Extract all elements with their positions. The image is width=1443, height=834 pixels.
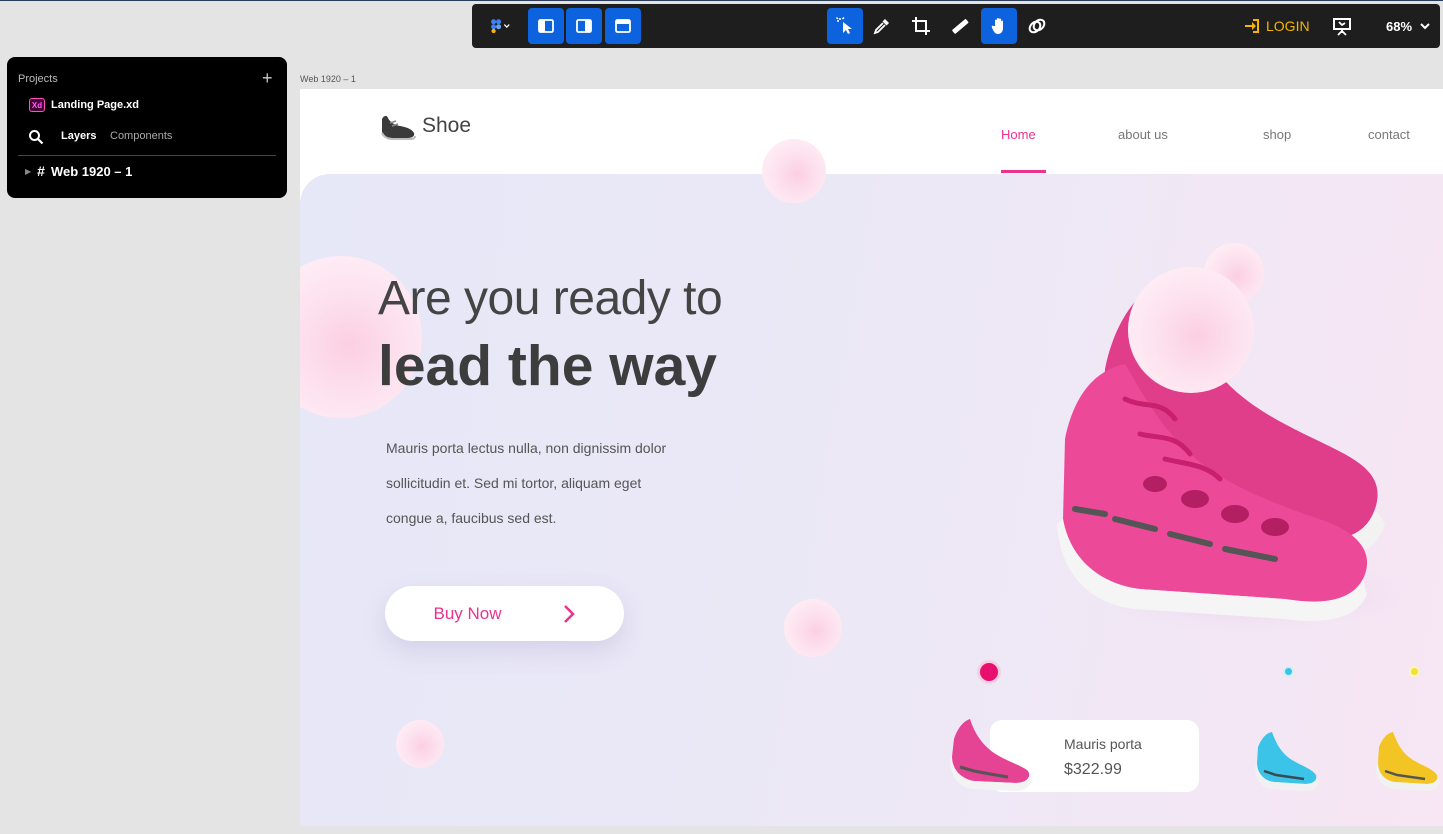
decor-bubble (762, 139, 826, 203)
search-icon[interactable] (28, 129, 44, 145)
login-label: LOGIN (1266, 18, 1310, 34)
link-tool-button[interactable] (1019, 8, 1055, 44)
panel-divider (18, 155, 276, 156)
product-name: Mauris porta (1064, 736, 1142, 752)
hand-tool-button[interactable] (981, 8, 1017, 44)
present-button[interactable] (1324, 8, 1360, 44)
zoom-dropdown[interactable]: 68% (1386, 4, 1430, 48)
left-panel-icon (538, 19, 554, 33)
hero-headline-line2: lead the way (378, 334, 717, 398)
crop-icon (912, 17, 930, 35)
project-file-name: Landing Page.xd (51, 99, 140, 111)
toggle-top-panel-button[interactable] (605, 8, 641, 44)
carousel-dot-pink[interactable] (977, 660, 1001, 684)
body-line: Mauris porta lectus nulla, non dignissim… (386, 440, 667, 456)
nav-about-us[interactable]: about us (1118, 127, 1168, 142)
expand-caret-icon[interactable]: ▶ (25, 167, 31, 176)
right-panel-icon (576, 19, 592, 33)
project-file-item[interactable]: Xd Landing Page.xd (29, 98, 139, 112)
logo-text: Shoe (422, 114, 472, 137)
sign-in-icon (1245, 19, 1259, 33)
zoom-level: 68% (1386, 18, 1413, 34)
artboard-canvas[interactable]: Shoe Home about us shop contact Are you … (300, 89, 1443, 826)
layer-item-artboard[interactable]: ▶ # Web 1920 – 1 (25, 163, 132, 179)
eyedropper-icon (873, 19, 889, 35)
nav-shop[interactable]: shop (1263, 127, 1291, 142)
hero-body-text: Mauris porta lectus nulla, non dignissim… (386, 431, 726, 536)
panel-title: Projects (18, 73, 58, 85)
design-toolbar: LOGIN 68% (472, 4, 1440, 48)
pink-shoe-thumbnail[interactable] (946, 709, 1036, 799)
measure-tool-button[interactable] (942, 8, 978, 44)
buy-now-label: Buy Now (433, 603, 502, 623)
product-price: $322.99 (1064, 761, 1122, 778)
add-project-icon[interactable]: + (262, 69, 273, 87)
layers-panel: Projects + Xd Landing Page.xd Layers Com… (7, 57, 287, 198)
nav-active-underline (1001, 170, 1046, 173)
decor-bubble (1128, 267, 1254, 393)
buy-now-button[interactable]: Buy Now (385, 586, 624, 641)
ruler-icon (952, 19, 969, 34)
figma-logo-icon (491, 19, 510, 34)
crop-tool-button[interactable] (903, 8, 939, 44)
site-logo[interactable]: Shoe (378, 109, 471, 143)
hand-icon (991, 18, 1003, 34)
chevron-right-icon (563, 604, 575, 623)
hero-headline-line1: Are you ready to (378, 272, 723, 325)
shoe-logo-icon (381, 115, 416, 140)
cyan-shoe-thumbnail[interactable] (1252, 725, 1322, 791)
nav-home[interactable]: Home (1001, 127, 1036, 142)
xd-file-icon: Xd (29, 98, 45, 112)
nav-contact[interactable]: contact (1368, 127, 1410, 142)
layer-item-label: Web 1920 – 1 (50, 163, 133, 179)
yellow-shoe-thumbnail[interactable] (1373, 725, 1443, 791)
frame-hash-icon: # (37, 163, 45, 179)
toggle-left-panel-button[interactable] (528, 8, 564, 44)
select-tool-button[interactable] (827, 8, 863, 44)
toggle-right-panel-button[interactable] (566, 8, 602, 44)
tab-layers[interactable]: Layers (61, 130, 96, 142)
presentation-board-icon (1333, 18, 1351, 36)
carousel-dot-yellow[interactable] (1409, 666, 1420, 677)
decor-bubble (396, 720, 444, 768)
top-panel-icon (615, 19, 631, 33)
artboard-label[interactable]: Web 1920 – 1 (300, 74, 356, 84)
login-button[interactable]: LOGIN (1244, 4, 1310, 48)
link-chain-icon (1028, 18, 1046, 34)
pointer-select-icon (835, 16, 852, 34)
app-menu-button[interactable] (476, 8, 524, 44)
chevron-down-icon (1420, 23, 1430, 30)
body-line: congue a, faucibus sed est. (386, 510, 557, 526)
body-line: sollicitudin et. Sed mi tortor, aliquam … (386, 475, 642, 491)
color-picker-button[interactable] (864, 8, 900, 44)
tab-components[interactable]: Components (110, 130, 172, 142)
carousel-dot-cyan[interactable] (1283, 666, 1294, 677)
decor-bubble (784, 599, 842, 657)
